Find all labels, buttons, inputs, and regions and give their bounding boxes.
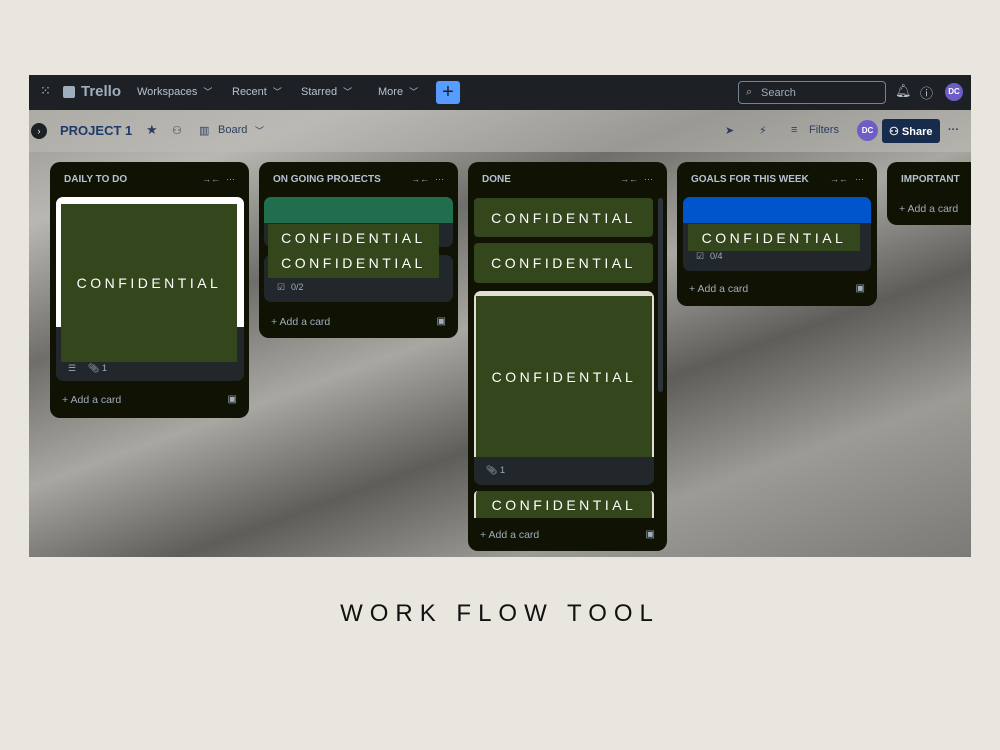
card-title: CONFIDENTIAL — [281, 255, 426, 271]
more-icon[interactable]: ··· — [226, 174, 235, 184]
chevron-down-icon: ﹀ — [343, 87, 353, 97]
list-important: IMPORTANT + Add a card — [887, 162, 971, 225]
more-icon[interactable]: ··· — [644, 174, 653, 184]
card[interactable]: CONFIDENTIAL ☰ 📎︎ 1 — [56, 197, 244, 381]
board-title[interactable]: PROJECT 1 — [60, 123, 132, 138]
list-title[interactable]: IMPORTANT — [901, 174, 960, 185]
top-nav: ⁙ Trello Workspaces ﹀ Recent ﹀ Starred ﹀ Mo… — [29, 75, 971, 110]
card-title: CONFIDENTIAL — [281, 230, 426, 246]
more-icon[interactable]: ··· — [855, 174, 864, 184]
list-title[interactable]: DAILY TO DO — [64, 174, 127, 185]
scrollbar[interactable] — [658, 198, 663, 392]
menu-label: Workspaces — [137, 85, 198, 98]
caption: WORK FLOW TOOL — [340, 600, 660, 627]
card-title: CONFIDENTIAL — [476, 296, 652, 457]
more-icon[interactable]: ··· — [435, 174, 444, 184]
checklist-count: 0/4 — [710, 251, 723, 261]
list-title[interactable]: DONE — [482, 174, 511, 185]
avatar[interactable]: DC — [945, 83, 963, 101]
menu-starred[interactable]: Starred ﹀ — [301, 85, 352, 98]
board-view-button[interactable]: Board — [218, 124, 247, 136]
list-on-going-projects: ON GOING PROJECTS →← ··· ☑ 0/2 CONFIDENT… — [259, 162, 458, 338]
attachment-icon: 📎︎ — [88, 363, 100, 373]
checklist-icon: ☑ — [696, 251, 705, 261]
chevron-down-icon: ﹀ — [272, 87, 282, 97]
add-card-button[interactable]: + Add a card — [271, 316, 330, 328]
grid-icon[interactable]: ⁙ — [40, 83, 51, 99]
menu-more[interactable]: More ﹀ — [378, 85, 418, 98]
menu-label: More — [378, 85, 404, 98]
search-placeholder: Search — [761, 87, 796, 99]
add-card-label: Add a card — [697, 283, 749, 295]
add-card-button[interactable]: + Add a card — [689, 283, 748, 295]
list-goals-for-this-week: GOALS FOR THIS WEEK →← ··· CONFIDENTIAL … — [677, 162, 877, 306]
template-icon[interactable]: ▣ — [228, 394, 237, 405]
attachment-count: 1 — [500, 465, 506, 475]
attachment-count: 1 — [102, 363, 108, 373]
checklist-icon: ☑ — [277, 282, 286, 292]
filter-icon[interactable]: ≡ — [791, 124, 797, 136]
share-label: Share — [901, 126, 933, 138]
menu-label: Starred — [301, 85, 338, 98]
card-cover — [264, 197, 453, 223]
add-card-label: Add a card — [907, 203, 959, 215]
card-titles: CONFIDENTIAL CONFIDENTIAL — [268, 224, 439, 278]
share-button[interactable]: ⚇ Share — [882, 119, 940, 143]
add-card-button[interactable]: + Add a card — [480, 529, 539, 541]
board-view-icon: ▥ — [199, 125, 210, 137]
menu-label: Recent — [232, 85, 267, 98]
collapse-icon[interactable]: →← — [830, 174, 848, 184]
card-title: CONFIDENTIAL — [61, 204, 237, 362]
card-cover — [683, 197, 871, 223]
chevron-down-icon: ﹀ — [203, 87, 213, 97]
card[interactable]: CONFIDENTIAL — [474, 198, 653, 237]
help-icon[interactable]: ⓘ — [920, 83, 933, 102]
checklist-count: 0/2 — [291, 282, 304, 292]
automation-icon[interactable]: ⚡︎ — [759, 124, 767, 137]
list-title[interactable]: ON GOING PROJECTS — [273, 174, 381, 185]
description-icon: ☰ — [68, 363, 77, 373]
card[interactable]: CONFIDENTIAL 📎︎ 1 — [474, 291, 654, 485]
member-avatar[interactable]: DC — [857, 120, 878, 141]
visibility-icon[interactable]: ⚇ — [172, 124, 182, 137]
bell-icon[interactable]: 🔔︎ — [895, 83, 912, 99]
template-icon[interactable]: ▣ — [437, 316, 446, 327]
card[interactable]: CONFIDENTIAL — [474, 491, 654, 518]
power-ups-icon[interactable]: ➤ — [725, 124, 734, 137]
trello-logo[interactable]: Trello — [63, 83, 121, 100]
chevron-down-icon[interactable]: ﹀ — [255, 124, 264, 137]
board-header: › PROJECT 1 ★ ⚇ ▥ Board ﹀ ➤ ⚡︎ ≡ Filters… — [29, 110, 971, 152]
add-card-button[interactable]: + Add a card — [62, 394, 121, 406]
star-icon[interactable]: ★ — [146, 122, 158, 138]
menu-recent[interactable]: Recent ﹀ — [232, 85, 282, 98]
list-done: DONE →← ··· CONFIDENTIAL CONFIDENTIAL CO… — [468, 162, 667, 551]
attachment-icon: 📎︎ — [486, 465, 498, 475]
logo-text: Trello — [81, 83, 122, 100]
add-card-label: Add a card — [279, 316, 331, 328]
menu-workspaces[interactable]: Workspaces ﹀ — [137, 85, 212, 98]
collapse-icon[interactable]: →← — [202, 174, 220, 184]
add-user-icon: ⚇ — [889, 126, 902, 138]
collapse-icon[interactable]: →← — [620, 174, 638, 184]
add-card-button[interactable]: + Add a card — [899, 203, 958, 215]
template-icon[interactable]: ▣ — [856, 283, 865, 294]
search-icon: ⌕ — [746, 86, 753, 98]
filters-button[interactable]: Filters — [809, 124, 839, 136]
more-icon[interactable]: ··· — [948, 124, 959, 136]
add-card-label: Add a card — [70, 394, 122, 406]
collapse-icon[interactable]: →← — [411, 174, 429, 184]
trello-screenshot: ⁙ Trello Workspaces ﹀ Recent ﹀ Starred ﹀ Mo… — [29, 75, 971, 557]
list-daily-to-do: DAILY TO DO →← ··· CONFIDENTIAL ☰ 📎︎ 1 +… — [50, 162, 249, 418]
template-icon[interactable]: ▣ — [646, 529, 655, 540]
expand-sidebar-button[interactable]: › — [31, 123, 47, 139]
search-input[interactable]: ⌕ Search — [738, 81, 886, 104]
chevron-down-icon: ﹀ — [409, 87, 419, 97]
create-button[interactable]: + — [436, 81, 460, 104]
list-title[interactable]: GOALS FOR THIS WEEK — [691, 174, 809, 185]
card[interactable]: CONFIDENTIAL — [474, 243, 653, 283]
card-title: CONFIDENTIAL — [688, 224, 860, 251]
add-card-label: Add a card — [488, 529, 540, 541]
card[interactable]: CONFIDENTIAL ☑ 0/4 — [683, 197, 871, 271]
